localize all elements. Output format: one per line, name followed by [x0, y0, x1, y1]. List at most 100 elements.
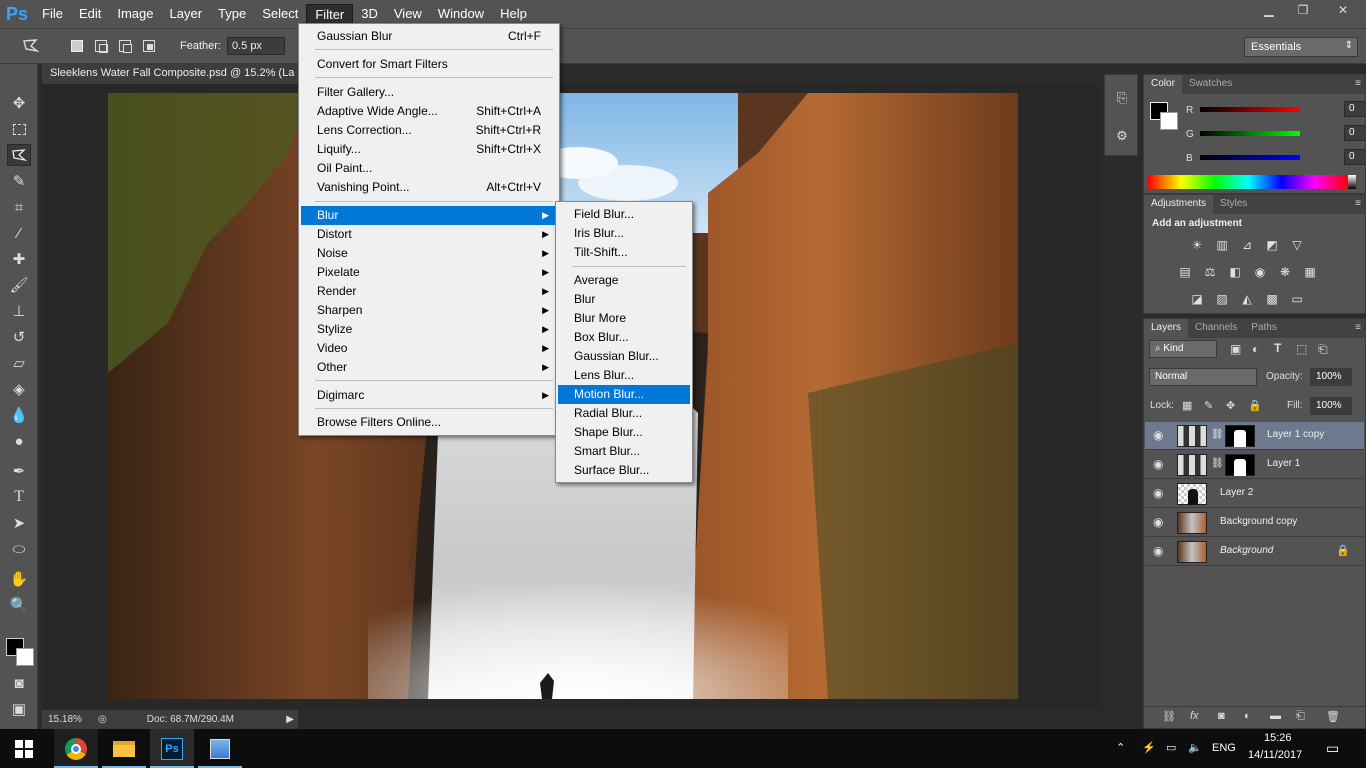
filter-item-digimarc[interactable]: Digimarc ▶ — [301, 386, 557, 405]
layer-name[interactable]: Layer 1 — [1267, 458, 1300, 469]
shape-tool-icon[interactable]: ⬭ — [7, 538, 31, 560]
quick-selection-tool-icon[interactable]: ✎ — [7, 170, 31, 192]
dodge-tool-icon[interactable]: ● — [7, 430, 31, 452]
crop-tool-icon[interactable]: ⌗ — [7, 196, 31, 218]
layer-name[interactable]: Layer 2 — [1220, 487, 1253, 498]
blur-item-motion[interactable]: Motion Blur... — [558, 385, 690, 404]
menu-layer[interactable]: Layer — [162, 4, 211, 24]
blur-tool-icon[interactable]: 💧 — [7, 404, 31, 426]
healing-brush-tool-icon[interactable]: ✚ — [7, 248, 31, 270]
zoom-level[interactable]: 15.18% — [48, 714, 94, 725]
blur-item-gaussian[interactable]: Gaussian Blur... — [558, 347, 690, 366]
filter-smart-object-icon[interactable]: ⎗ — [1318, 342, 1328, 357]
filter-shape-icon[interactable]: ⬚ — [1296, 342, 1307, 356]
vibrance-icon[interactable]: ▽ — [1289, 237, 1305, 253]
blur-item-average[interactable]: Average — [558, 271, 690, 290]
blur-item-radial[interactable]: Radial Blur... — [558, 404, 690, 423]
panel-menu-icon[interactable]: ≡ — [1355, 78, 1361, 89]
blend-mode-select[interactable]: Normal — [1149, 368, 1257, 386]
eraser-tool-icon[interactable]: ▱ — [7, 352, 31, 374]
clock-date[interactable]: 14/11/2017 — [1248, 749, 1302, 761]
opacity-input[interactable]: 100% — [1310, 368, 1352, 386]
filter-item-stylize[interactable]: Stylize ▶ — [301, 320, 557, 339]
blur-item-blur-more[interactable]: Blur More — [558, 309, 690, 328]
filter-item-other[interactable]: Other ▶ — [301, 358, 557, 377]
layer-mask-thumbnail[interactable] — [1225, 425, 1255, 447]
selective-color-icon[interactable]: ▭ — [1289, 291, 1305, 307]
visibility-eye-icon[interactable]: ◉ — [1153, 544, 1163, 558]
layer-row-layer-2[interactable]: ◉ Layer 2 — [1145, 480, 1364, 508]
history-brush-tool-icon[interactable]: ↺ — [7, 326, 31, 348]
hand-tool-icon[interactable]: ✋ — [7, 568, 31, 590]
filter-item-gallery[interactable]: Filter Gallery... — [301, 83, 557, 102]
link-layers-icon[interactable]: ⛓ — [1162, 710, 1176, 723]
filter-item-distort[interactable]: Distort ▶ — [301, 225, 557, 244]
gradient-map-icon[interactable]: ▩ — [1264, 291, 1280, 307]
layer-row-background-copy[interactable]: ◉ Background copy — [1145, 509, 1364, 537]
document-tab[interactable]: Sleeklens Water Fall Composite.psd @ 15.… — [42, 64, 306, 84]
green-slider[interactable]: G 0 — [1184, 125, 1366, 145]
filter-item-blur[interactable]: Blur ▶ — [301, 206, 557, 225]
red-slider[interactable]: R 0 — [1184, 101, 1366, 121]
workspace-select[interactable]: Essentials — [1244, 37, 1358, 57]
layer-thumbnail[interactable] — [1177, 483, 1207, 505]
layer-thumbnail[interactable] — [1177, 512, 1207, 534]
levels-icon[interactable]: ▥ — [1214, 237, 1230, 253]
photoshop-taskbar-icon[interactable]: Ps — [150, 729, 194, 768]
tab-paths[interactable]: Paths — [1244, 319, 1284, 338]
layer-row-background[interactable]: ◉ Background 🔒 — [1145, 538, 1364, 566]
quick-mask-icon[interactable]: ◙ — [7, 672, 31, 694]
status-menu-arrow-icon[interactable]: ▶ — [286, 714, 294, 725]
mask-link-icon[interactable]: ⛓ — [1211, 458, 1224, 469]
spectrum-black-white[interactable] — [1348, 175, 1356, 189]
posterize-icon[interactable]: ▨ — [1214, 291, 1230, 307]
filter-item-convert-smart[interactable]: Convert for Smart Filters — [301, 55, 557, 74]
menu-type[interactable]: Type — [210, 4, 254, 24]
menu-3d[interactable]: 3D — [353, 4, 386, 24]
panel-menu-icon[interactable]: ≡ — [1355, 198, 1361, 209]
menu-view[interactable]: View — [386, 4, 430, 24]
layer-filter-kind[interactable]: ⌕ Kind — [1149, 340, 1217, 358]
marquee-tool-icon[interactable] — [7, 118, 31, 140]
status-info-icon[interactable]: ◎ — [98, 714, 107, 725]
filter-item-liquify[interactable]: Liquify... Shift+Ctrl+X — [301, 140, 557, 159]
layer-name[interactable]: Layer 1 copy — [1267, 429, 1324, 440]
filter-item-sharpen[interactable]: Sharpen ▶ — [301, 301, 557, 320]
move-tool-icon[interactable]: ✥ — [7, 92, 31, 114]
subtract-selection-icon[interactable] — [114, 35, 136, 57]
filter-pixel-icon[interactable]: ▣ — [1230, 342, 1241, 356]
battery-icon[interactable]: ▭ — [1166, 741, 1176, 754]
tab-adjustments[interactable]: Adjustments — [1144, 195, 1214, 214]
menu-filter[interactable]: Filter — [306, 4, 354, 24]
properties-panel-icon[interactable]: ⚙ — [1113, 127, 1131, 145]
blur-item-shape[interactable]: Shape Blur... — [558, 423, 690, 442]
menu-select[interactable]: Select — [254, 4, 306, 24]
layer-style-icon[interactable]: fx — [1190, 710, 1199, 722]
blue-slider[interactable]: B 0 — [1184, 149, 1366, 169]
lock-all-icon[interactable]: 🔒 — [1248, 399, 1262, 412]
brush-tool-icon[interactable]: 🖌 — [7, 274, 31, 296]
start-button[interactable] — [2, 729, 46, 768]
layer-name[interactable]: Background — [1220, 545, 1273, 556]
restore-button[interactable]: ❐ — [1286, 0, 1320, 20]
filter-adjustment-icon[interactable]: ◐ — [1252, 342, 1259, 356]
visibility-eye-icon[interactable]: ◉ — [1153, 515, 1163, 529]
layer-row-layer-1[interactable]: ◉ ⛓ Layer 1 — [1145, 451, 1364, 479]
new-selection-icon[interactable] — [66, 35, 88, 57]
history-panel-icon[interactable]: ⎘ — [1113, 89, 1131, 107]
language-indicator[interactable]: ENG — [1212, 742, 1236, 754]
new-group-icon[interactable]: ▬ — [1270, 710, 1281, 722]
tab-color[interactable]: Color — [1144, 75, 1182, 94]
visibility-eye-icon[interactable]: ◉ — [1153, 486, 1163, 500]
blur-item-blur[interactable]: Blur — [558, 290, 690, 309]
tab-layers[interactable]: Layers — [1144, 319, 1189, 338]
add-mask-icon[interactable]: ◙ — [1218, 710, 1225, 722]
channel-mixer-icon[interactable]: ❋ — [1277, 264, 1293, 280]
filter-item-adaptive-wide-angle[interactable]: Adaptive Wide Angle... Shift+Ctrl+A — [301, 102, 557, 121]
filter-item-oil-paint[interactable]: Oil Paint... — [301, 159, 557, 178]
feather-input[interactable]: 0.5 px — [226, 37, 285, 55]
panel-menu-icon[interactable]: ≡ — [1355, 322, 1361, 333]
paint-bucket-tool-icon[interactable]: ◈ — [7, 378, 31, 400]
blur-item-iris[interactable]: Iris Blur... — [558, 224, 690, 243]
blur-item-surface[interactable]: Surface Blur... — [558, 461, 690, 480]
